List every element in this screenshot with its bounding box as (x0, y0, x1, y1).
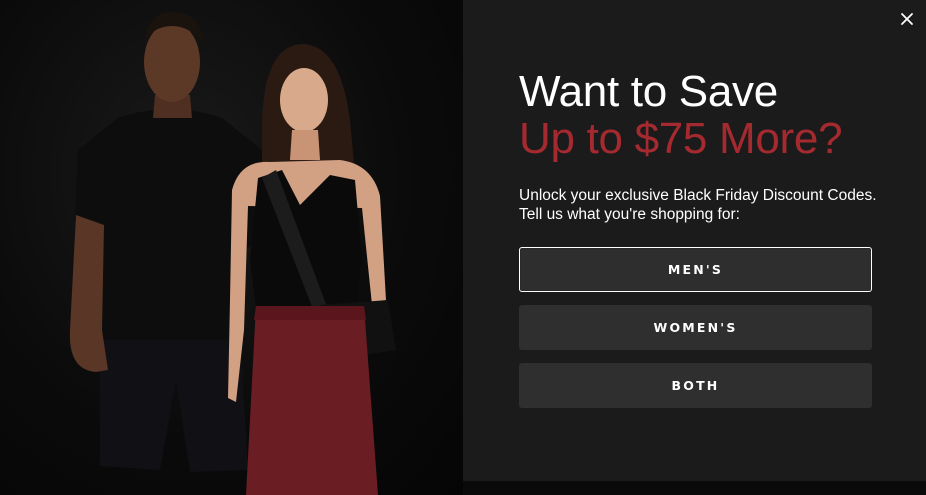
popup-content: Want to Save Up to $75 More? Unlock your… (463, 0, 926, 481)
headline-line-2: Up to $75 More? (519, 114, 843, 163)
headline: Want to Save Up to $75 More? (519, 67, 843, 163)
models-photo (0, 0, 463, 495)
page-background-strip (463, 481, 926, 495)
womens-button[interactable]: WOMEN'S (519, 305, 872, 350)
mens-button[interactable]: MEN'S (519, 247, 872, 292)
close-button[interactable] (896, 8, 918, 30)
woman-figure (228, 44, 396, 495)
discount-popup: Want to Save Up to $75 More? Unlock your… (0, 0, 926, 495)
models-illustration (69, 11, 396, 495)
popup-subtext: Unlock your exclusive Black Friday Disco… (519, 187, 877, 223)
close-icon[interactable] (900, 12, 914, 26)
headline-line-1: Want to Save (519, 67, 778, 116)
both-button[interactable]: BOTH (519, 363, 872, 408)
